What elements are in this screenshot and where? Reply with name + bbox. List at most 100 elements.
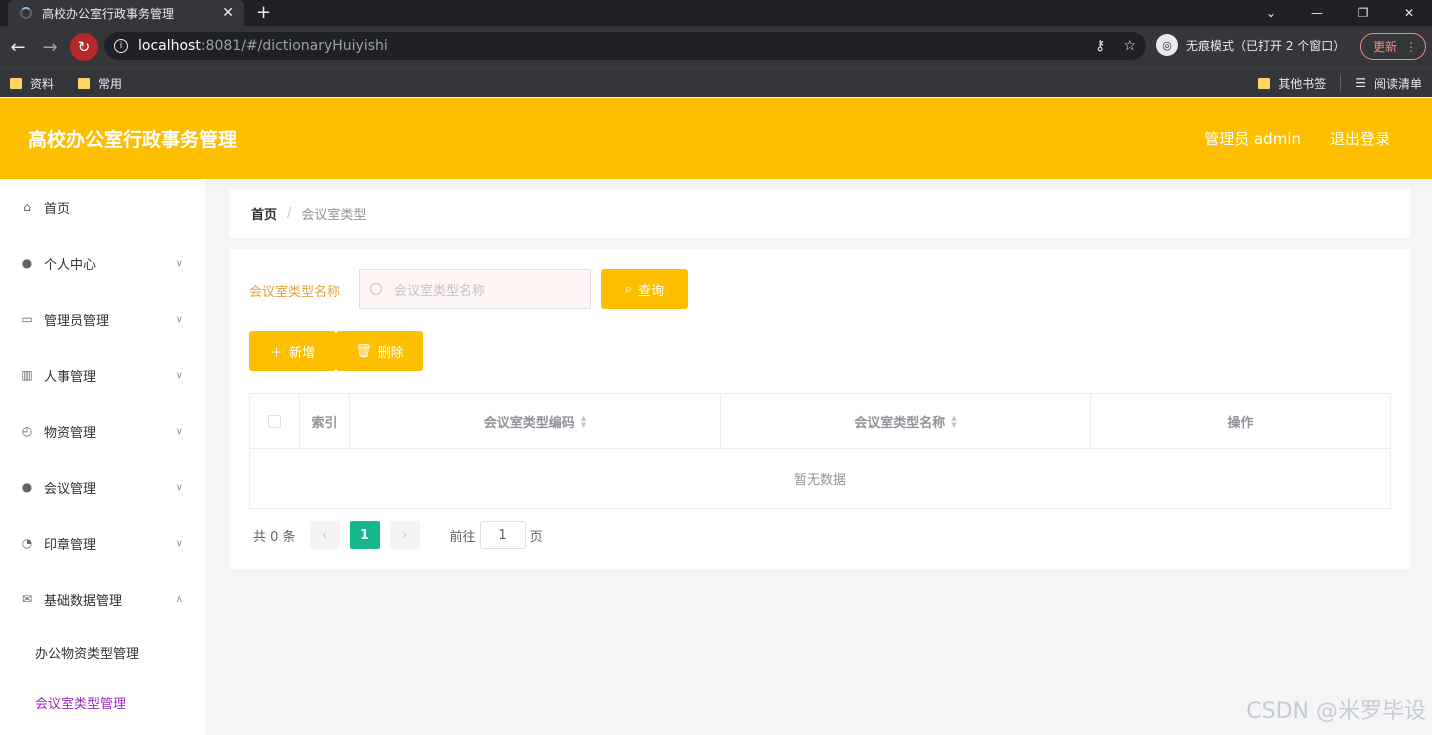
loading-icon — [20, 7, 32, 19]
browser-tab[interactable]: 高校办公室行政事务管理 ✕ — [8, 0, 244, 26]
goto-page-input[interactable]: 1 — [479, 521, 526, 549]
update-button[interactable]: 更新 ⋮ — [1360, 33, 1426, 60]
bookmark-label: 其他书签 — [1278, 76, 1327, 91]
submenu-item-label: 会议室类型管理 — [35, 696, 127, 712]
minimize-icon[interactable]: — — [1294, 0, 1340, 26]
sidebar-item-label: 个人中心 — [44, 257, 97, 273]
column-label: 操作 — [1227, 416, 1254, 431]
folder-icon — [1258, 77, 1271, 89]
select-all-checkbox[interactable] — [268, 415, 281, 428]
reading-list[interactable]: ☰ 阅读清单 — [1355, 75, 1422, 92]
chevron-down-icon: ∨ — [175, 425, 183, 437]
sidebar-item-label: 首页 — [44, 201, 71, 217]
empty-state: 暂无数据 — [793, 473, 846, 488]
sidebar-item-basic-data[interactable]: ✉ 基础数据管理 ∧ — [0, 571, 205, 627]
sidebar-item-label: 管理员管理 — [44, 313, 110, 329]
add-button[interactable]: ＋ 新增 — [249, 331, 336, 371]
page-number-current[interactable]: 1 — [349, 521, 380, 549]
update-label: 更新 — [1373, 40, 1398, 54]
sort-icon[interactable]: ▲ ▼ — [951, 414, 956, 429]
search-input[interactable]: 会议室类型名称 — [359, 269, 591, 309]
incognito-label: 无痕模式（已打开 2 个窗口） — [1186, 38, 1346, 53]
submenu-item-supply-types[interactable]: 办公物资类型管理 — [0, 627, 205, 677]
bookmark-folder[interactable]: 资料 — [10, 75, 54, 92]
app-header: 高校办公室行政事务管理 管理员 admin 退出登录 — [0, 98, 1432, 179]
bookmark-label: 常用 — [98, 76, 123, 91]
sidebar-item-personal[interactable]: ● 个人中心 ∨ — [0, 235, 205, 291]
close-tab-icon[interactable]: ✕ — [222, 5, 234, 21]
column-header-actions: 操作 — [1091, 394, 1390, 449]
other-bookmarks[interactable]: 其他书签 — [1258, 75, 1326, 92]
prev-page-icon[interactable]: ‹ — [309, 521, 340, 549]
sidebar-item-hr[interactable]: ▥ 人事管理 ∨ — [0, 347, 205, 403]
add-button-label: 新增 — [289, 345, 316, 361]
trash-icon: 🗑 — [355, 343, 372, 359]
delete-button-label: 删除 — [377, 345, 404, 361]
back-icon[interactable]: ← — [2, 37, 34, 58]
submenu-item-label: 办公物资类型管理 — [35, 646, 140, 662]
breadcrumb-current: 会议室类型 — [301, 208, 367, 223]
reload-icon[interactable]: ↻ — [70, 33, 98, 61]
bookmarks-bar: 资料 常用 其他书签 ☰ 阅读清单 — [0, 68, 1432, 97]
submenu-item-meeting-room-types[interactable]: 会议室类型管理 — [0, 677, 205, 727]
bookmark-label: 资料 — [30, 76, 55, 91]
search-button[interactable]: ⌕ 查询 — [601, 269, 688, 309]
gauge-icon: ◔ — [21, 536, 33, 550]
logout-link[interactable]: 退出登录 — [1330, 128, 1390, 149]
sidebar-item-supplies[interactable]: ◴ 物资管理 ∨ — [0, 403, 205, 459]
site-info-icon[interactable]: i — [114, 39, 128, 53]
new-tab-icon[interactable]: + — [256, 2, 271, 23]
restore-icon[interactable]: ❐ — [1340, 0, 1386, 26]
main-panel: 会议室类型名称 会议室类型名称 ⌕ 查询 ＋ 新增 🗑 删除 索引 会议室类型编… — [229, 249, 1410, 569]
plus-icon: ＋ — [269, 345, 283, 361]
chevron-down-icon: ∨ — [175, 537, 183, 549]
column-header-name[interactable]: 会议室类型名称 ▲ ▼ — [721, 394, 1091, 449]
sidebar-item-seal[interactable]: ◔ 印章管理 ∨ — [0, 515, 205, 571]
divider — [1340, 75, 1342, 91]
sidebar-item-admin[interactable]: ▭ 管理员管理 ∨ — [0, 291, 205, 347]
app-title: 高校办公室行政事务管理 — [28, 129, 238, 151]
sidebar-item-label: 物资管理 — [44, 425, 97, 441]
goto-label: 前往 — [449, 529, 476, 545]
bulb-icon: ● — [21, 480, 33, 494]
page-suffix: 页 — [529, 529, 543, 545]
select-all-cell — [250, 394, 300, 449]
id-card-icon: ▭ — [21, 312, 33, 326]
data-table: 索引 会议室类型编码 ▲ ▼ 会议室类型名称 ▲ ▼ 操作 暂无数据 — [249, 393, 1391, 509]
breadcrumb: 首页 / 会议室类型 — [229, 189, 1410, 238]
tab-search-icon[interactable]: ⌄ — [1248, 0, 1294, 26]
search-button-label: 查询 — [638, 283, 665, 299]
key-icon[interactable]: ⚷ — [1095, 38, 1105, 54]
incognito-icon: ◎ — [1156, 34, 1178, 56]
next-page-icon[interactable]: › — [389, 521, 420, 549]
url-path: :8081/#/dictionaryHuiyishi — [200, 38, 388, 54]
delete-button[interactable]: 🗑 删除 — [336, 331, 423, 371]
sidebar-item-label: 人事管理 — [44, 369, 97, 385]
sidebar-item-home[interactable]: ⌂ 首页 — [0, 179, 205, 235]
column-label: 会议室类型名称 — [854, 416, 946, 431]
chevron-down-icon: ∨ — [175, 369, 183, 381]
mail-icon: ✉ — [21, 592, 33, 606]
bookmark-label: 阅读清单 — [1373, 76, 1422, 91]
compass-icon: ◴ — [21, 424, 33, 438]
sidebar-item-meeting[interactable]: ● 会议管理 ∨ — [0, 459, 205, 515]
sidebar-item-label: 印章管理 — [44, 537, 97, 553]
menu-dots-icon: ⋮ — [1405, 39, 1417, 54]
column-label: 索引 — [311, 416, 338, 431]
folder-icon — [78, 77, 91, 89]
incognito-indicator[interactable]: ◎ 无痕模式（已打开 2 个窗口） — [1156, 34, 1345, 56]
forward-icon[interactable]: → — [34, 37, 66, 58]
bookmark-folder[interactable]: 常用 — [78, 75, 122, 92]
window-controls: ⌄ — ❐ ✕ — [1248, 0, 1432, 26]
close-window-icon[interactable]: ✕ — [1386, 0, 1432, 26]
address-bar-row: ← → ↻ i localhost:8081/#/dictionaryHuiyi… — [0, 26, 1432, 68]
sort-icon[interactable]: ▲ ▼ — [581, 414, 586, 429]
chevron-down-icon: ∨ — [175, 257, 183, 269]
breadcrumb-home[interactable]: 首页 — [251, 204, 277, 223]
books-icon: ▥ — [21, 368, 33, 382]
column-header-code[interactable]: 会议室类型编码 ▲ ▼ — [350, 394, 721, 449]
bookmark-star-icon[interactable]: ☆ — [1123, 38, 1136, 54]
sidebar-item-label: 基础数据管理 — [44, 593, 123, 609]
chevron-up-icon: ∧ — [175, 593, 183, 605]
url-bar[interactable]: i localhost:8081/#/dictionaryHuiyishi ⚷ … — [104, 32, 1146, 60]
